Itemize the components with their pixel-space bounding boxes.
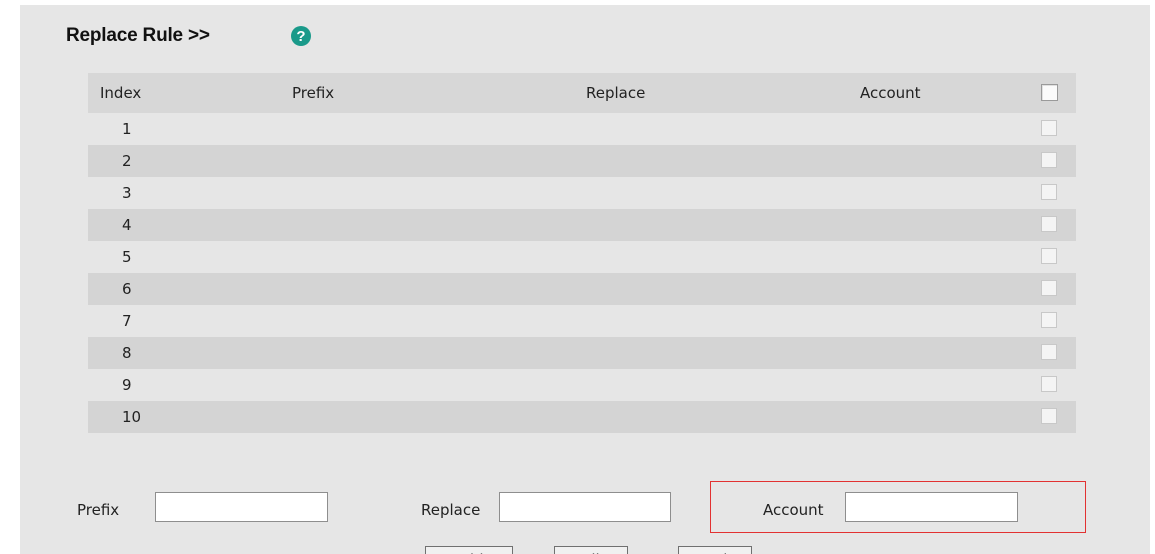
account-label: Account: [763, 501, 824, 519]
column-header-prefix: Prefix: [292, 84, 335, 102]
row-index: 10: [122, 408, 142, 426]
row-checkbox[interactable]: [1041, 408, 1057, 424]
row-checkbox[interactable]: [1041, 120, 1057, 136]
column-header-index: Index: [100, 84, 142, 102]
prefix-label: Prefix: [77, 501, 120, 519]
row-checkbox[interactable]: [1041, 312, 1057, 328]
row-checkbox[interactable]: [1041, 344, 1057, 360]
row-index: 6: [122, 280, 132, 298]
row-checkbox[interactable]: [1041, 184, 1057, 200]
row-index: 4: [122, 216, 132, 234]
table-row: 8: [88, 337, 1076, 369]
page-title: Replace Rule >>: [66, 25, 210, 46]
column-header-replace: Replace: [586, 84, 646, 102]
table-header: Index Prefix Replace Account: [88, 73, 1076, 113]
delete-button[interactable]: Del: [678, 546, 752, 554]
replace-rule-panel: Replace Rule >> ? Index Prefix Replace A…: [20, 5, 1150, 554]
row-checkbox[interactable]: [1041, 216, 1057, 232]
column-header-account: Account: [860, 84, 921, 102]
row-checkbox[interactable]: [1041, 152, 1057, 168]
table-row: 4: [88, 209, 1076, 241]
account-input[interactable]: [845, 492, 1018, 522]
table-row: 3: [88, 177, 1076, 209]
edit-button[interactable]: Edit: [554, 546, 628, 554]
question-circle-icon[interactable]: ?: [290, 25, 312, 47]
replace-rule-table: Index Prefix Replace Account 1 2 3 4 5 6 7 8 9 10: [88, 73, 1076, 433]
row-index: 1: [122, 120, 132, 138]
svg-text:?: ?: [296, 28, 305, 45]
row-index: 9: [122, 376, 132, 394]
table-row: 1: [88, 113, 1076, 145]
row-index: 7: [122, 312, 132, 330]
select-all-checkbox[interactable]: [1041, 84, 1058, 101]
add-button[interactable]: Add: [425, 546, 513, 554]
table-row: 6: [88, 273, 1076, 305]
prefix-input[interactable]: [155, 492, 328, 522]
table-row: 2: [88, 145, 1076, 177]
replace-input[interactable]: [499, 492, 671, 522]
row-checkbox[interactable]: [1041, 280, 1057, 296]
row-checkbox[interactable]: [1041, 376, 1057, 392]
table-row: 10: [88, 401, 1076, 433]
row-index: 2: [122, 152, 132, 170]
row-checkbox[interactable]: [1041, 248, 1057, 264]
table-row: 9: [88, 369, 1076, 401]
table-row: 5: [88, 241, 1076, 273]
row-index: 3: [122, 184, 132, 202]
row-index: 8: [122, 344, 132, 362]
row-index: 5: [122, 248, 132, 266]
table-row: 7: [88, 305, 1076, 337]
replace-label: Replace: [421, 501, 481, 519]
